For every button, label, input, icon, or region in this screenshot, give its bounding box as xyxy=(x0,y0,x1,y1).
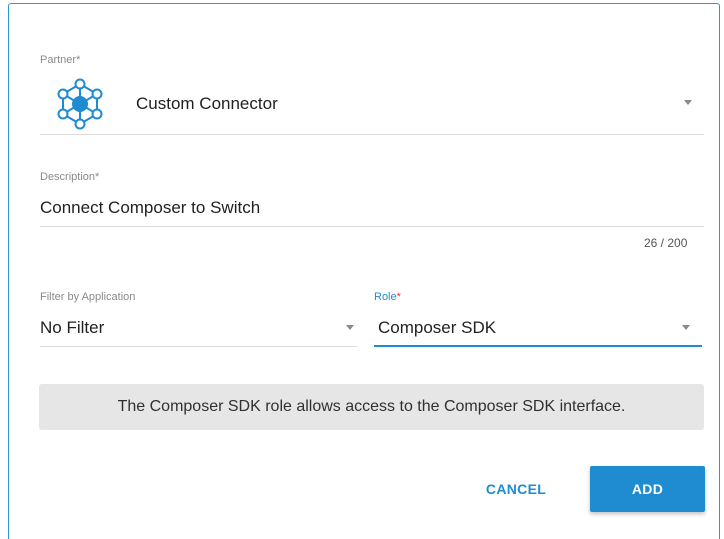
description-underline xyxy=(40,226,704,227)
description-input[interactable]: Connect Composer to Switch xyxy=(40,198,260,218)
role-info-message: The Composer SDK role allows access to t… xyxy=(39,384,704,430)
character-counter: 26 / 200 xyxy=(644,236,688,250)
add-connector-dialog xyxy=(8,3,720,539)
required-mark: * xyxy=(76,54,81,66)
partner-label: Partner* xyxy=(40,54,80,66)
filter-label: Filter by Application xyxy=(40,291,136,303)
role-select[interactable]: Composer SDK xyxy=(378,318,496,338)
partner-label-text: Partner xyxy=(40,54,77,66)
chevron-down-icon[interactable] xyxy=(346,325,354,330)
filter-underline xyxy=(40,346,357,347)
description-label-text: Description xyxy=(40,171,96,183)
required-mark: * xyxy=(95,171,100,183)
filter-select[interactable]: No Filter xyxy=(40,318,104,338)
custom-connector-icon xyxy=(52,76,108,132)
chevron-down-icon[interactable] xyxy=(682,325,690,330)
chevron-down-icon[interactable] xyxy=(684,100,692,105)
role-label: Role* xyxy=(374,291,401,303)
cancel-button[interactable]: CANCEL xyxy=(466,466,566,512)
add-button[interactable]: ADD xyxy=(590,466,705,512)
partner-select[interactable]: Custom Connector xyxy=(136,94,278,114)
required-mark: * xyxy=(396,291,401,303)
description-label: Description* xyxy=(40,171,99,183)
role-label-text: Role xyxy=(374,291,397,303)
partner-underline xyxy=(40,134,704,135)
role-underline xyxy=(374,345,702,347)
